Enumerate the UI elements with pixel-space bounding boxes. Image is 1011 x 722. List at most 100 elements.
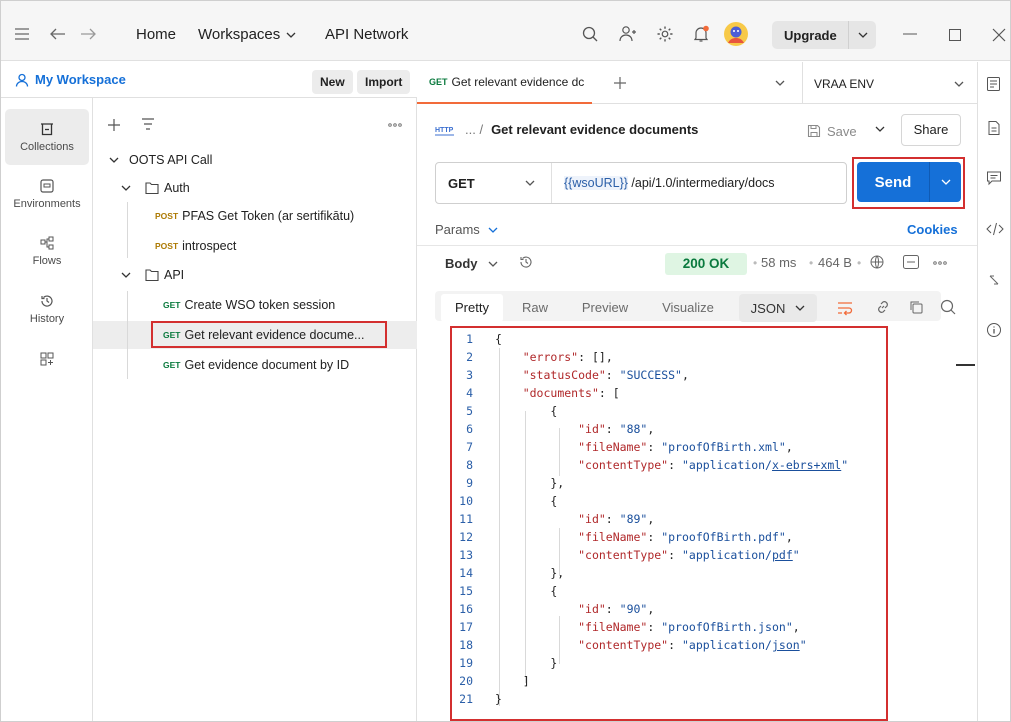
home-link[interactable]: Home (136, 23, 176, 47)
tab-visualize[interactable]: Visualize (655, 294, 721, 322)
rail-environments[interactable]: Environments (5, 166, 89, 222)
plus-icon[interactable] (613, 76, 627, 90)
example-icon[interactable] (903, 255, 919, 269)
document-icon[interactable] (986, 120, 1002, 136)
wrap-icon[interactable] (837, 300, 853, 316)
chevron-down-icon (109, 157, 119, 163)
workspaces-menu[interactable]: Workspaces (198, 23, 296, 47)
rail-label: Collections (20, 140, 74, 153)
settings-icon[interactable] (655, 24, 675, 44)
workspace-title[interactable]: My Workspace (15, 72, 126, 87)
tree-request-selected[interactable]: GET Get relevant evidence docume... (93, 321, 417, 349)
json-value-link[interactable]: x-ebrs+xml (772, 458, 841, 472)
import-button[interactable]: Import (357, 70, 411, 94)
chevron-down-icon[interactable] (930, 179, 961, 185)
maximize-icon[interactable] (947, 27, 963, 43)
search-icon[interactable] (940, 299, 956, 315)
chevron-down-icon[interactable] (849, 32, 876, 38)
dot-sep: • (809, 256, 814, 270)
method-select[interactable]: GET (436, 163, 552, 203)
code-icon[interactable] (986, 222, 1004, 236)
tree-collection[interactable]: OOTS API Call (93, 146, 417, 174)
chevron-down-icon (121, 272, 131, 278)
cookies-link[interactable]: Cookies (907, 222, 958, 237)
response-time[interactable]: 58 ms (761, 255, 796, 270)
globe-icon[interactable] (869, 254, 885, 270)
line-number: 2 (466, 350, 473, 364)
code-line: } (495, 656, 558, 670)
status-badge[interactable]: 200 OK (665, 253, 747, 275)
breadcrumb-parent[interactable]: ... / (465, 122, 483, 137)
send-button[interactable]: Send (857, 162, 961, 202)
params-toggle[interactable]: Params (435, 222, 498, 237)
minimize-icon[interactable] (901, 27, 919, 41)
docs-icon[interactable] (986, 76, 1002, 92)
info-icon[interactable] (986, 322, 1002, 338)
response-size[interactable]: 464 B (818, 255, 852, 270)
request-name: PFAS Get Token (ar sertifikātu) (182, 209, 355, 223)
chevron-down-icon (286, 32, 296, 38)
code-line: ] (495, 674, 530, 688)
tab-request[interactable]: GET Get relevant evidence dc (417, 62, 592, 104)
send-label: Send (874, 173, 912, 191)
upgrade-label: Upgrade (784, 27, 837, 43)
response-body[interactable]: 1 2 3 4 5 6 7 8 9 10 11 12 13 14 15 16 17 18 19 20 21 { "err… (451, 326, 887, 720)
comments-icon[interactable] (986, 170, 1002, 186)
upgrade-button[interactable]: Upgrade (772, 21, 876, 49)
copy-icon[interactable] (908, 299, 924, 315)
tree-folder-auth[interactable]: Auth (93, 174, 417, 202)
tree-request[interactable]: POST PFAS Get Token (ar sertifikātu) (93, 202, 417, 230)
request-name: Get relevant evidence docume... (184, 328, 365, 342)
rail-collections[interactable]: Collections (5, 109, 89, 165)
json-key: "errors" (522, 350, 579, 364)
tree-request[interactable]: POST introspect (93, 232, 417, 260)
chevron-down-icon (121, 185, 131, 191)
collections-icon (41, 122, 53, 135)
new-button[interactable]: New (312, 70, 353, 94)
menu-icon[interactable] (13, 25, 31, 43)
environment-select[interactable]: VRAA ENV (814, 74, 964, 94)
chevron-down-icon[interactable] (875, 126, 885, 132)
code-line: "fileName": "proofOfBirth.pdf", (578, 530, 793, 544)
tree-request[interactable]: GET Get evidence document by ID (93, 351, 417, 379)
tab-pretty[interactable]: Pretty (441, 294, 503, 322)
invite-icon[interactable] (618, 24, 638, 44)
bell-icon[interactable] (691, 24, 711, 44)
tree-folder-api[interactable]: API (93, 261, 417, 289)
body-toggle[interactable]: Body (445, 256, 498, 271)
json-value-link[interactable]: json (772, 638, 800, 652)
history-small-icon[interactable] (519, 255, 533, 269)
rail-add-tools[interactable] (5, 341, 89, 377)
request-title[interactable]: Get relevant evidence documents (491, 122, 698, 137)
tree-request[interactable]: GET Create WSO token session (93, 291, 417, 319)
body-label: Body (445, 256, 478, 271)
url-input[interactable]: {{wsoURL}} /api/1.0/intermediary/docs (552, 176, 775, 190)
close-icon[interactable] (991, 27, 1007, 43)
back-icon[interactable] (49, 25, 67, 43)
related-icon[interactable] (986, 272, 1002, 288)
tab-raw[interactable]: Raw (515, 294, 555, 322)
environment-name: VRAA ENV (814, 77, 875, 91)
chevron-down-icon[interactable] (775, 80, 785, 86)
rail-history[interactable]: History (5, 281, 89, 337)
line-number: 14 (459, 566, 473, 580)
json-value-link[interactable]: pdf (772, 548, 793, 562)
tab-preview[interactable]: Preview (575, 294, 635, 322)
more-icon[interactable] (933, 261, 947, 265)
search-icon[interactable] (581, 25, 599, 43)
forward-icon[interactable] (79, 25, 97, 43)
plus-icon[interactable] (107, 118, 121, 132)
save-button[interactable]: Save (807, 119, 857, 143)
share-button[interactable]: Share (901, 114, 961, 146)
chevron-down-icon (488, 261, 497, 267)
api-network-link[interactable]: API Network (325, 23, 408, 47)
avatar[interactable] (723, 21, 749, 47)
link-icon[interactable] (875, 299, 891, 315)
more-icon[interactable] (388, 123, 402, 127)
filter-icon[interactable] (141, 118, 155, 130)
format-select[interactable]: JSON (739, 294, 817, 322)
line-number: 7 (466, 440, 473, 454)
line-number: 8 (466, 458, 473, 472)
rail-flows[interactable]: Flows (5, 223, 89, 279)
code-line: "contentType": "application/x-ebrs+xml" (578, 458, 849, 472)
